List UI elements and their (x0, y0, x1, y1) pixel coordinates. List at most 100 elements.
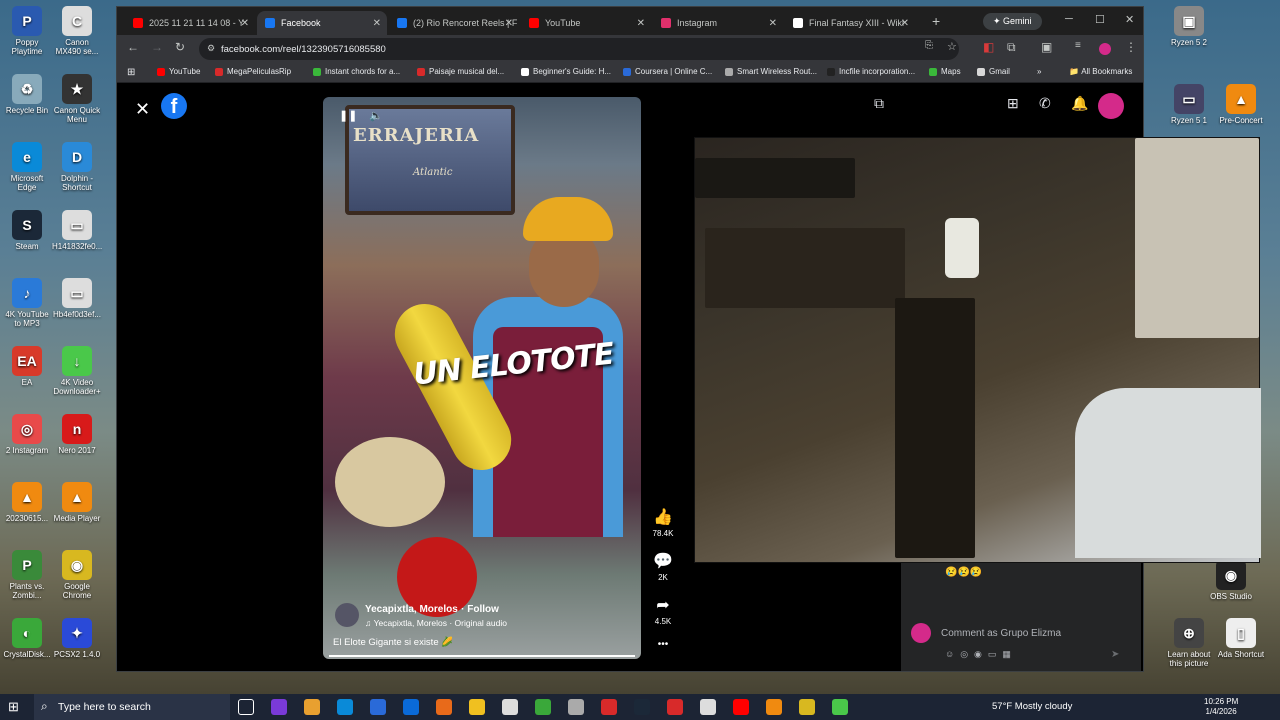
app-icon[interactable] (304, 699, 320, 715)
audio-credit[interactable]: ♫ Yecapixtla, Morelos · Original audio (365, 618, 507, 628)
browser-tab[interactable]: Final Fantasy XIII - Wiki ✕ (785, 11, 915, 35)
reload-icon[interactable]: ↻ (175, 40, 185, 54)
desktop-icon[interactable]: EA EA (2, 346, 52, 387)
author-avatar[interactable] (335, 602, 359, 627)
bookmark-item[interactable]: Coursera | Online C... (623, 67, 712, 76)
desktop-icon[interactable]: P Plants vs. Zombi... (2, 550, 52, 600)
vlc-icon[interactable] (766, 699, 782, 715)
desktop-icon[interactable]: ▲ Pre-Concert (1216, 84, 1266, 125)
desktop-icon[interactable]: ◐ CrystalDisk... (2, 618, 52, 659)
tab-close-icon[interactable]: ✕ (241, 18, 249, 29)
desktop-icon[interactable]: ↓ 4K Video Downloader+ (52, 346, 102, 396)
apps-grid-icon[interactable]: ⊞ (127, 67, 135, 78)
task-view-icon[interactable] (238, 699, 254, 715)
browser-tab[interactable]: YouTube ✕ (521, 11, 651, 35)
site-info-icon[interactable]: ⚙ (207, 43, 215, 54)
desktop-icon[interactable]: ▭ Ryzen 5 1 (1164, 84, 1214, 125)
chrome-icon[interactable] (667, 699, 683, 715)
bookmark-item[interactable]: YouTube (157, 67, 200, 76)
desktop-icon[interactable]: ◎ 2 Instagram (2, 414, 52, 455)
like-button[interactable]: 👍 78.4K (645, 507, 681, 538)
desktop-icon[interactable]: ✦ PCSX2 1.4.0 (52, 618, 102, 659)
app-icon[interactable] (568, 699, 584, 715)
desktop-icon[interactable]: ♻ Recycle Bin (2, 74, 52, 115)
clock[interactable]: 10:26 PM 1/4/2026 (1204, 697, 1238, 717)
desktop-icon[interactable]: ▭ Hb4ef0d3ef... (52, 278, 102, 319)
maximize-button[interactable]: ☐ (1095, 13, 1105, 26)
bookmark-item[interactable]: Beginner's Guide: H... (521, 67, 611, 76)
tab-search-icon[interactable]: ≡ (1075, 40, 1081, 51)
app-icon[interactable] (403, 699, 419, 715)
youtube-icon[interactable] (733, 699, 749, 715)
app-icon[interactable] (436, 699, 452, 715)
notifications-icon[interactable]: 🔔 (1071, 95, 1088, 112)
bookmark-item[interactable]: Maps (929, 67, 961, 76)
bookmark-item[interactable]: Paisaje musical del... (417, 67, 504, 76)
extension-icon[interactable]: ◧ (983, 40, 994, 54)
reel-video[interactable]: ERRAJERIA Atlantic UN ELOTOTE ❚❚ 🔈 Yecap… (323, 97, 641, 659)
bookmark-item[interactable]: Gmail (977, 67, 1010, 76)
tab-close-icon[interactable]: ✕ (373, 18, 381, 29)
send-icon[interactable]: ➤ (1111, 649, 1119, 660)
more-options-button[interactable]: ••• (645, 639, 681, 650)
pause-icon[interactable]: ❚❚ (339, 109, 357, 122)
desktop-icon[interactable]: ♪ 4K YouTube to MP3 (2, 278, 52, 328)
desktop-icon[interactable]: P Poppy Playtime (2, 6, 52, 56)
desktop-icon[interactable]: ▭ H141832fe0... (52, 210, 102, 251)
progress-bar[interactable] (329, 655, 635, 657)
extensions-puzzle-icon[interactable]: ⧉ (1007, 40, 1016, 55)
bookmarks-overflow[interactable]: » (1037, 67, 1041, 76)
browser-tab[interactable]: 2025 11 21 11 14 08 - Y ✕ (125, 11, 255, 35)
gemini-button[interactable]: ✦ Gemini (983, 13, 1042, 30)
tab-close-icon[interactable]: ✕ (505, 18, 513, 29)
picture-in-picture-video[interactable] (694, 137, 1261, 563)
nero-icon[interactable] (601, 699, 617, 715)
file-explorer-icon[interactable] (469, 699, 485, 715)
desktop-icon[interactable]: ▲ 20230615... (2, 482, 52, 523)
app-icon[interactable] (832, 699, 848, 715)
volume-icon[interactable]: 🔈 (369, 109, 383, 122)
bookmark-item[interactable]: MegaPeliculasRip (215, 67, 291, 76)
app-icon[interactable] (502, 699, 518, 715)
comment-input[interactable]: Comment as Grupo Elizma (941, 628, 1061, 639)
desktop-icon[interactable]: ▲ Media Player (52, 482, 102, 523)
comment-tools-icons[interactable]: ☺◎◉▭▦ (945, 649, 1017, 660)
facebook-logo[interactable]: f (161, 93, 187, 119)
desktop-icon[interactable]: ▣ Ryzen 5 2 (1164, 6, 1214, 47)
app-icon[interactable] (271, 699, 287, 715)
author-name[interactable]: Yecapixtla, Morelos (365, 604, 458, 615)
cast-icon[interactable]: ⎘ (925, 40, 933, 51)
bookmark-item[interactable]: Smart Wireless Rout... (725, 67, 817, 76)
follow-button[interactable]: · Follow (461, 604, 499, 615)
desktop-icon[interactable]: ◉ OBS Studio (1206, 560, 1256, 601)
browser-tab[interactable]: Instagram ✕ (653, 11, 783, 35)
comment-box[interactable]: Comment as Grupo Elizma (911, 623, 1061, 643)
taskbar-search[interactable]: ⌕ Type here to search (34, 694, 230, 720)
bookmark-star-icon[interactable]: ☆ (947, 40, 957, 53)
browser-tab[interactable]: (2) Rio Rencoret Reels | F ✕ (389, 11, 519, 35)
chrome-icon[interactable] (799, 699, 815, 715)
comment-button[interactable]: 💬 2K (645, 551, 681, 582)
messenger-icon[interactable]: ✆ (1039, 95, 1051, 112)
fb-profile-avatar[interactable] (1098, 93, 1124, 119)
minimize-button[interactable]: ─ (1065, 13, 1073, 25)
browser-tab[interactable]: Facebook ✕ (257, 11, 387, 35)
desktop-icon[interactable]: ⊕ Learn about this picture (1164, 618, 1214, 668)
bookmark-item[interactable]: Instant chords for a... (313, 67, 400, 76)
close-reel-icon[interactable]: ✕ (135, 99, 150, 120)
pip-toggle-icon[interactable]: ⧉ (874, 95, 884, 112)
side-panel-icon[interactable]: ▣ (1041, 40, 1052, 54)
start-windows-icon[interactable]: ⊞ (8, 699, 24, 715)
menu-grid-icon[interactable]: ⊞ (1007, 95, 1019, 112)
app-icon[interactable] (700, 699, 716, 715)
edge-icon[interactable] (337, 699, 353, 715)
menu-kebab-icon[interactable]: ⋮ (1125, 40, 1137, 54)
back-icon[interactable]: ← (127, 40, 139, 54)
desktop-icon[interactable]: ◉ Google Chrome (52, 550, 102, 600)
desktop-icon[interactable]: D Dolphin - Shortcut (52, 142, 102, 192)
address-bar[interactable]: ⚙ facebook.com/reel/1323905716085580 (199, 38, 959, 60)
desktop-icon[interactable]: e Microsoft Edge (2, 142, 52, 192)
forward-icon[interactable]: → (151, 40, 163, 54)
desktop-icon[interactable]: C Canon MX490 se... (52, 6, 102, 56)
desktop-icon[interactable]: n Nero 2017 (52, 414, 102, 455)
